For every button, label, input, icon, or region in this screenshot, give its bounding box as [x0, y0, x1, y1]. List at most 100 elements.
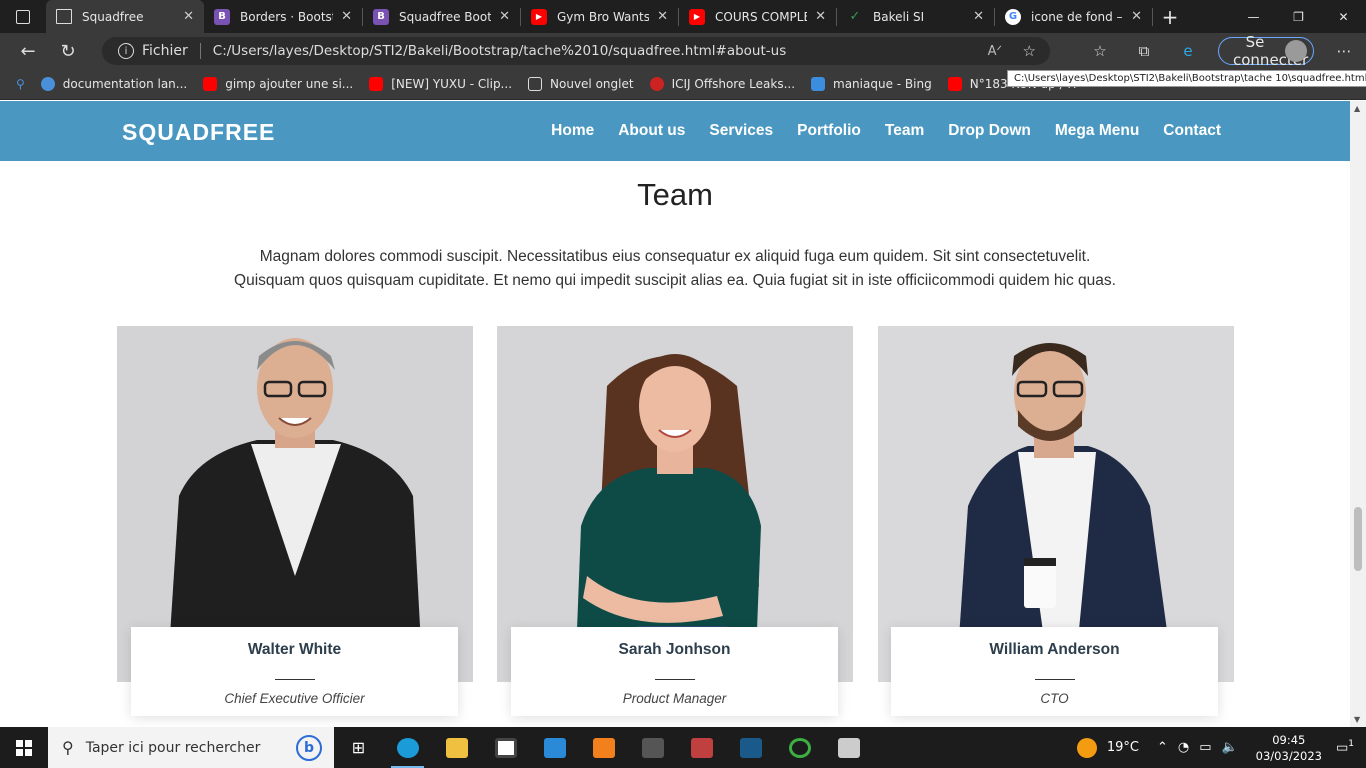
- taskbar-app-4[interactable]: [775, 727, 824, 768]
- network-icon[interactable]: ◔: [1178, 740, 1189, 755]
- search-icon: [40, 77, 55, 91]
- bookmark-item[interactable]: ICIJ Offshore Leaks...: [642, 77, 803, 91]
- weather-temp[interactable]: 19°C: [1107, 740, 1139, 755]
- nav-mega-menu[interactable]: Mega Menu: [1055, 122, 1139, 140]
- browser-tab-1[interactable]: B Borders · Bootstrap ✕: [204, 0, 362, 33]
- bookmark-label: ICIJ Offshore Leaks...: [671, 77, 796, 91]
- taskbar-explorer[interactable]: [432, 727, 481, 768]
- favorites-icon[interactable]: ☆: [1078, 42, 1122, 60]
- browser-tab-2[interactable]: B Squadfree Bootstrap ✕: [363, 0, 520, 33]
- nav-drop-down[interactable]: Drop Down: [948, 122, 1031, 140]
- nav-home[interactable]: Home: [551, 122, 594, 140]
- close-tab-icon[interactable]: ✕: [499, 9, 510, 24]
- profile-avatar-icon: [1285, 40, 1307, 62]
- chevron-up-icon[interactable]: ⌃: [1157, 740, 1168, 755]
- close-tab-icon[interactable]: ✕: [815, 9, 826, 24]
- browser-tab-4[interactable]: ▶ COURS COMPLET ✕: [679, 0, 836, 33]
- bookmark-item[interactable]: Nouvel onglet: [520, 77, 642, 91]
- bookmark-search[interactable]: ⚲: [0, 77, 33, 91]
- start-button[interactable]: [0, 727, 48, 768]
- scroll-down-icon[interactable]: ▼: [1354, 715, 1360, 724]
- taskbar-search[interactable]: ⚲ Taper ici pour rechercher b: [48, 727, 334, 768]
- close-tab-icon[interactable]: ✕: [341, 9, 352, 24]
- section-title: Team: [637, 177, 713, 212]
- taskbar-app-5[interactable]: [824, 727, 873, 768]
- nav-about-us[interactable]: About us: [618, 122, 685, 140]
- collections-icon[interactable]: ⧉: [1122, 42, 1166, 60]
- bookmark-item[interactable]: gimp ajouter une si...: [195, 77, 361, 91]
- url-scheme-label: Fichier: [142, 43, 188, 59]
- page-scrollbar[interactable]: ▲ ▼: [1350, 101, 1366, 727]
- task-view-button[interactable]: ⊞: [334, 727, 383, 768]
- maximize-button[interactable]: ❐: [1276, 0, 1321, 33]
- url-tooltip: C:\Users\layes\Desktop\STI2\Bakeli\Boots…: [1007, 70, 1366, 87]
- clock[interactable]: 09:45 03/03/2023: [1256, 732, 1322, 764]
- read-aloud-icon[interactable]: Aᐟ: [988, 44, 1002, 59]
- toolbar-right: ☆ ⧉ e Se connecter ⋯: [1078, 33, 1366, 69]
- folder-icon: [445, 737, 468, 758]
- weather-icon[interactable]: [1076, 737, 1097, 758]
- refresh-icon: ↻: [60, 40, 76, 62]
- team-member-card[interactable]: Sarah Jonhson Product Manager: [511, 627, 838, 716]
- close-tab-icon[interactable]: ✕: [657, 9, 668, 24]
- minimize-button[interactable]: —: [1231, 0, 1276, 33]
- volume-icon[interactable]: 🔈: [1221, 740, 1237, 755]
- nav-contact[interactable]: Contact: [1163, 122, 1221, 140]
- browser-tab-3[interactable]: ▶ Gym Bro Wants W ✕: [521, 0, 678, 33]
- youtube-icon: [369, 77, 384, 91]
- notification-icon[interactable]: ▭1: [1336, 739, 1354, 755]
- sign-in-button[interactable]: Se connecter: [1218, 33, 1314, 69]
- battery-icon[interactable]: ▭: [1199, 740, 1211, 755]
- nav-services[interactable]: Services: [709, 122, 773, 140]
- team-member-card[interactable]: William Anderson CTO: [891, 627, 1218, 716]
- search-icon: ⚲: [16, 77, 25, 91]
- close-window-button[interactable]: ✕: [1321, 0, 1366, 33]
- back-button[interactable]: ←: [8, 33, 48, 69]
- browser-tab-6[interactable]: G icone de fond – R ✕: [995, 0, 1152, 33]
- taskbar-sublime[interactable]: [579, 727, 628, 768]
- browser-tab-5[interactable]: ✓ Bakeli SI ✕: [837, 0, 994, 33]
- nav-team[interactable]: Team: [885, 122, 924, 140]
- app-icon: [739, 737, 762, 758]
- new-tab-button[interactable]: +: [1153, 0, 1187, 33]
- close-tab-icon[interactable]: ✕: [1131, 9, 1142, 24]
- bing-icon[interactable]: b: [296, 735, 322, 761]
- refresh-button[interactable]: ↻: [48, 33, 88, 69]
- store-icon: [494, 737, 517, 758]
- search-icon: ⚲: [62, 738, 74, 757]
- app-icon: [837, 737, 860, 758]
- taskbar-store[interactable]: [481, 727, 530, 768]
- taskbar-edge[interactable]: [383, 727, 432, 768]
- bookmark-item[interactable]: maniaque - Bing: [803, 77, 940, 91]
- bookmark-label: gimp ajouter une si...: [225, 77, 354, 91]
- tab-actions-button[interactable]: [0, 0, 46, 33]
- taskbar-app-2[interactable]: [677, 727, 726, 768]
- taskbar-app-1[interactable]: [628, 727, 677, 768]
- team-member-card[interactable]: Walter White Chief Executive Officier: [131, 627, 458, 716]
- tab-actions-icon: [16, 9, 30, 24]
- info-icon[interactable]: i: [118, 43, 134, 59]
- close-icon: ✕: [1338, 9, 1349, 24]
- taskbar-app-3[interactable]: [726, 727, 775, 768]
- more-menu-icon[interactable]: ⋯: [1322, 42, 1366, 60]
- site-logo[interactable]: SQUADFREE: [122, 119, 275, 146]
- site-menu: Home About us Services Portfolio Team Dr…: [527, 122, 1221, 140]
- browser-tab-0[interactable]: Squadfree ✕: [46, 0, 204, 33]
- address-bar[interactable]: i Fichier C:/Users/layes/Desktop/STI2/Ba…: [102, 37, 1050, 65]
- bookmark-item[interactable]: [NEW] YUXU - Clip...: [361, 77, 520, 91]
- close-tab-icon[interactable]: ✕: [183, 9, 194, 24]
- edge-extension-icon[interactable]: e: [1166, 42, 1210, 60]
- task-view-icon: ⊞: [351, 738, 366, 757]
- bookmark-item[interactable]: documentation lan...: [33, 77, 195, 91]
- member-name: Sarah Jonhson: [618, 641, 731, 658]
- web-page: SQUADFREE Home About us Services Portfol…: [0, 101, 1350, 727]
- scroll-up-icon[interactable]: ▲: [1354, 104, 1360, 113]
- taskbar-mail[interactable]: [530, 727, 579, 768]
- bakeli-icon: ✓: [849, 9, 861, 24]
- favorite-add-icon[interactable]: ☆: [1023, 42, 1036, 60]
- url-text[interactable]: C:/Users/layes/Desktop/STI2/Bakeli/Boots…: [213, 43, 786, 59]
- bookmark-label: maniaque - Bing: [833, 77, 932, 91]
- scrollbar-thumb[interactable]: [1354, 507, 1362, 571]
- nav-portfolio[interactable]: Portfolio: [797, 122, 861, 140]
- close-tab-icon[interactable]: ✕: [973, 9, 984, 24]
